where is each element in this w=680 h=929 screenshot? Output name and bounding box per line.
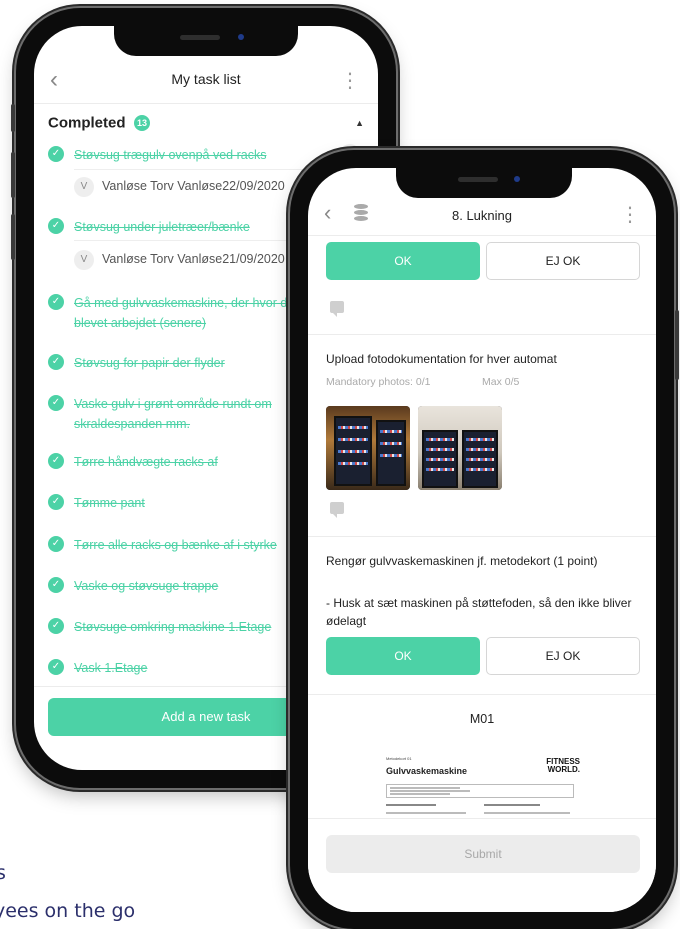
brand-line: WORLD. — [547, 765, 580, 774]
speaker — [180, 35, 220, 40]
doc-title: Gulvvaskemaskine — [386, 766, 468, 776]
check-circle-icon: ✓ — [48, 536, 64, 552]
side-button — [675, 310, 679, 380]
photo-thumbnail[interactable] — [418, 406, 502, 490]
side-button — [11, 214, 15, 260]
mandatory-photos: Mandatory photos: 0/1 — [326, 376, 431, 388]
method-card-title: M01 — [469, 712, 495, 726]
triangle-up-icon[interactable]: ▲ — [355, 118, 364, 128]
phone-checklist: ‹ 8. Lukning ⋮ OK EJ OK Upload fotodokum… — [290, 150, 679, 929]
task-location: Vanløse Torv Vanløse22/09/2020 — [102, 179, 285, 193]
ej-ok-button[interactable]: EJ OK — [486, 637, 640, 675]
task-list-header: ‹ My task list ⋮ — [34, 58, 378, 104]
submit-bar: Submit — [308, 818, 656, 912]
ej-ok-button[interactable]: EJ OK — [486, 242, 640, 280]
ok-button[interactable]: OK — [326, 637, 480, 675]
check-circle-icon: ✓ — [48, 294, 64, 310]
checklist-screen: ‹ 8. Lukning ⋮ OK EJ OK Upload fotodokum… — [308, 168, 656, 912]
method-card-image[interactable]: Metodekort 01 Gulvvaskemaskine FITNESS W… — [384, 748, 582, 818]
question-clean: Rengør gulvvaskemaskinen jf. metodekort … — [326, 554, 598, 568]
comment-icon[interactable] — [330, 301, 344, 317]
divider — [308, 334, 656, 335]
more-vertical-icon[interactable]: ⋮ — [620, 202, 640, 227]
check-circle-icon: ✓ — [48, 659, 64, 675]
phone-notch — [396, 168, 572, 198]
camera — [238, 34, 244, 40]
speaker — [458, 177, 498, 182]
comment-icon[interactable] — [330, 502, 344, 518]
check-circle-icon: ✓ — [48, 395, 64, 411]
fitness-world-logo: FITNESS WORLD. — [546, 758, 580, 774]
page-title: 8. Lukning — [452, 208, 512, 223]
side-button — [11, 152, 15, 198]
question-note: - Husk at sæt maskinen på støttefoden, s… — [326, 596, 632, 628]
max-photos: Max 0/5 — [482, 376, 520, 388]
side-button — [11, 104, 15, 132]
check-circle-icon: ✓ — [48, 494, 64, 510]
divider — [308, 694, 656, 695]
submit-button[interactable]: Submit — [326, 835, 640, 873]
completed-section-header[interactable]: Completed 13 ▲ — [48, 114, 364, 138]
count-badge: 13 — [133, 114, 150, 131]
task-location: Vanløse Torv Vanløse21/09/2020 — [102, 252, 285, 266]
task-label: Vaske gulv i grønt område rundt om skral… — [74, 397, 272, 431]
section-title: Completed — [48, 114, 126, 132]
ok-button[interactable]: OK — [326, 242, 480, 280]
photo-thumbnail[interactable] — [326, 406, 410, 490]
question-upload: Upload fotodokumentation for hver automa… — [326, 352, 557, 366]
background-text-line-1: s — [0, 862, 6, 884]
checklist-header: ‹ 8. Lukning ⋮ — [308, 200, 656, 236]
task-label: Gå med gulvvaskemaskine, der hvor der er… — [74, 296, 313, 330]
check-circle-icon: ✓ — [48, 453, 64, 469]
check-circle-icon: ✓ — [48, 577, 64, 593]
check-circle-icon: ✓ — [48, 218, 64, 234]
phone-notch — [114, 26, 298, 56]
camera — [514, 176, 520, 182]
doc-info-box — [386, 784, 574, 798]
check-circle-icon: ✓ — [48, 354, 64, 370]
check-circle-icon: ✓ — [48, 146, 64, 162]
assignee-avatar: V — [74, 177, 94, 197]
assignee-avatar: V — [74, 250, 94, 270]
more-vertical-icon[interactable]: ⋮ — [340, 68, 360, 93]
divider — [308, 536, 656, 537]
background-text-line-2: yees on the go — [0, 900, 136, 922]
page-title: My task list — [171, 71, 241, 87]
doc-label: Metodekort 01 — [386, 756, 412, 761]
check-circle-icon: ✓ — [48, 618, 64, 634]
